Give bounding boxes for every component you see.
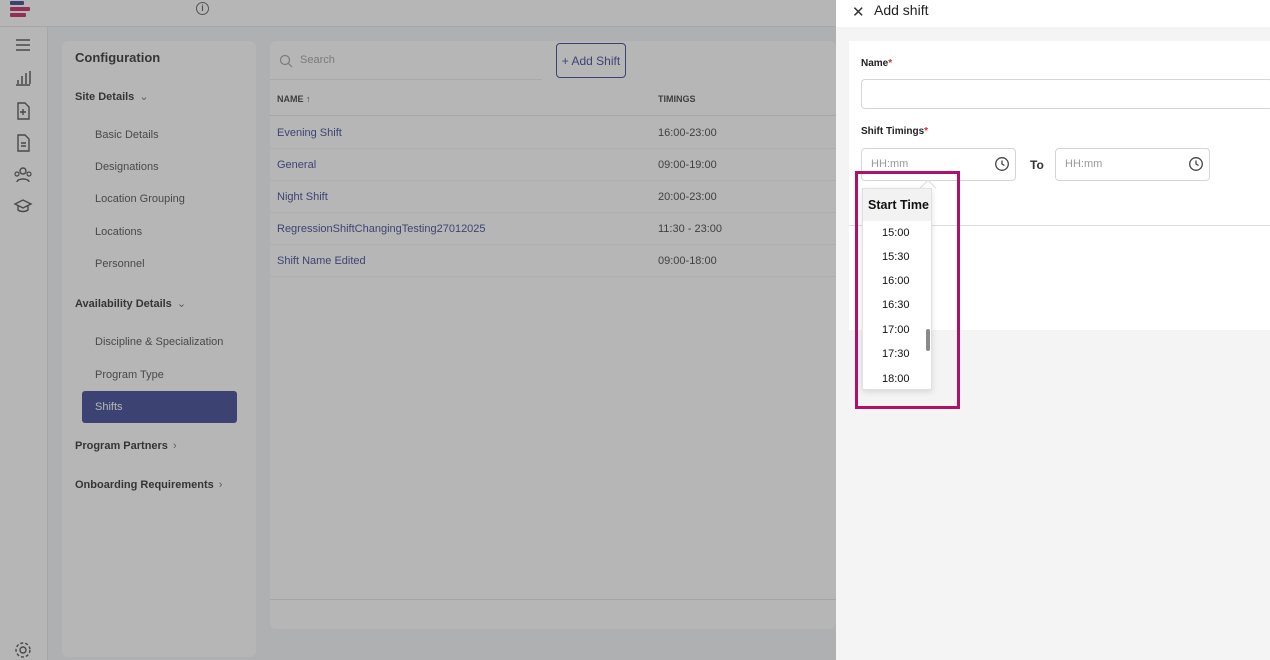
modal-overlay[interactable] (0, 0, 836, 660)
to-label: To (1030, 158, 1044, 172)
clock-icon[interactable] (1188, 156, 1204, 172)
start-time-input[interactable] (871, 158, 981, 170)
annotation-highlight-box (855, 171, 960, 409)
close-icon[interactable]: ✕ (852, 3, 865, 21)
drawer-title: Add shift (874, 2, 929, 18)
clock-icon[interactable] (994, 156, 1010, 172)
name-label: Name* (861, 58, 893, 69)
name-field[interactable] (861, 79, 1270, 109)
drawer-header: ✕ Add shift (836, 0, 1270, 27)
required-marker: * (888, 58, 893, 69)
end-time-input[interactable] (1065, 158, 1175, 170)
required-marker: * (924, 126, 929, 137)
shift-timings-label: Shift Timings* (861, 126, 929, 137)
end-time-field[interactable] (1055, 148, 1210, 181)
